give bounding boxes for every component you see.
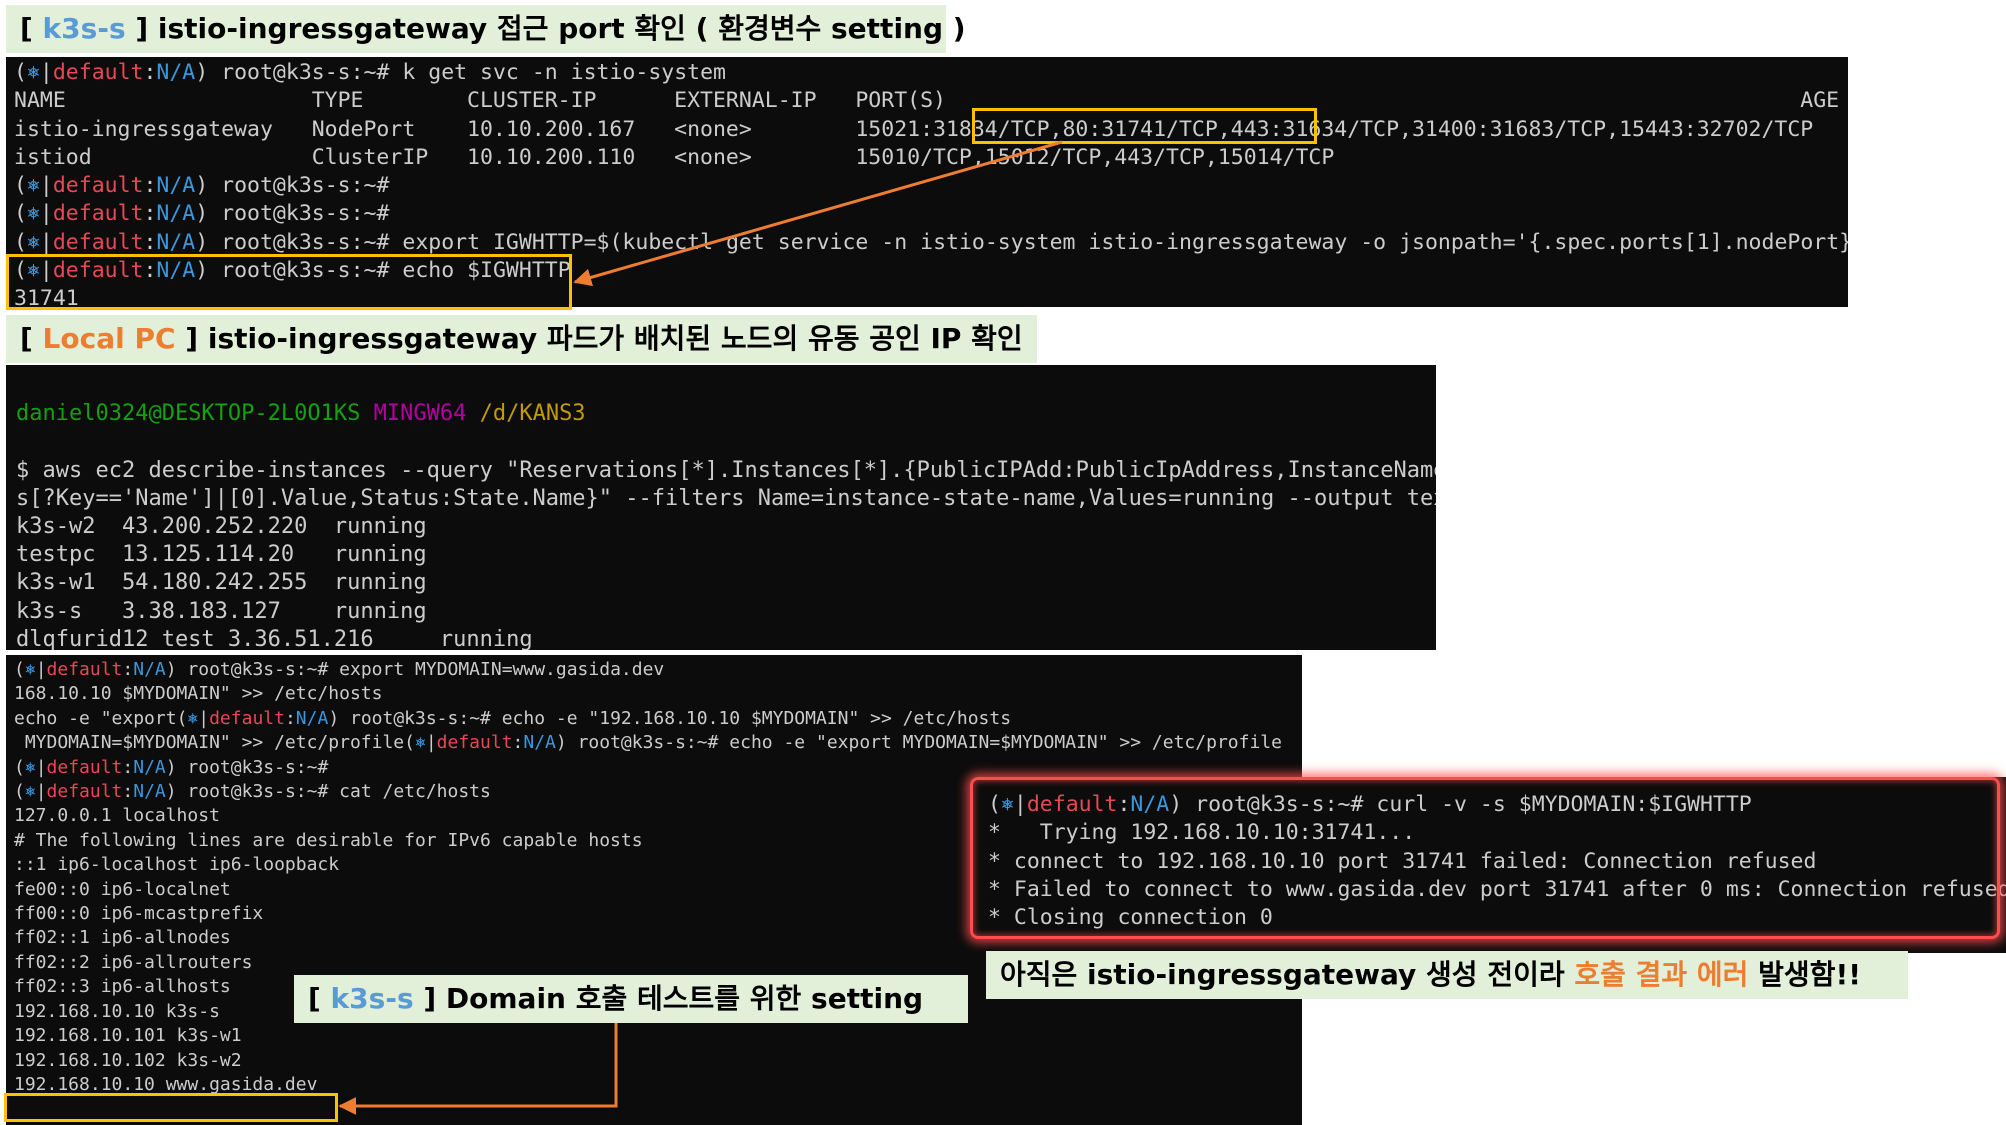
arrow-port-to-echo [573, 140, 1063, 287]
annotation-arrows [338, 140, 1063, 1115]
arrow-setting-to-hosts [338, 1023, 618, 1115]
